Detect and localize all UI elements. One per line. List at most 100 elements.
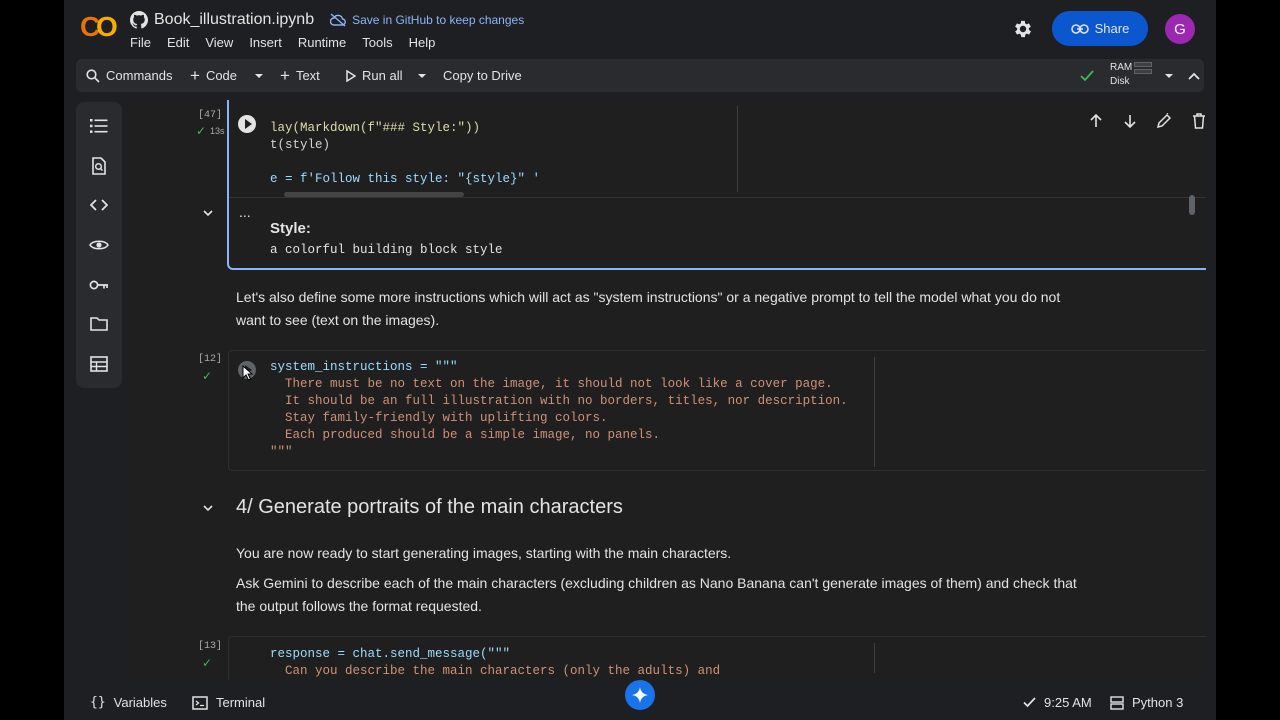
cell-47-exec-count: [47] (198, 110, 223, 121)
copy-to-drive-button[interactable]: Copy to Drive (443, 59, 522, 92)
disk-label: Disk (1110, 76, 1130, 87)
colab-window: CO Book_illustration.ipynb Save in GitHu… (64, 0, 1216, 720)
kernel-label: Python 3 (1132, 695, 1184, 710)
section-para-1: You are now ready to start generating im… (236, 545, 732, 561)
find-replace-icon[interactable] (87, 154, 111, 178)
run-all-label: Run all (362, 68, 403, 83)
text-label: Text (295, 68, 320, 83)
chevron-up-icon (1188, 72, 1200, 80)
copy-to-drive-label: Copy to Drive (443, 68, 522, 83)
settings-gear-icon[interactable] (1012, 18, 1034, 40)
run-all-button[interactable]: Run all (346, 59, 402, 92)
kernel-status[interactable]: Python 3 (1110, 695, 1183, 710)
table-of-contents-icon[interactable] (87, 114, 111, 138)
section-para-2: Ask Gemini to describe each of the main … (236, 572, 1077, 618)
move-down-icon[interactable] (1123, 114, 1137, 128)
link-icon (1070, 23, 1089, 34)
notebook-title[interactable]: Book_illustration.ipynb (154, 11, 314, 29)
menu-view[interactable]: View (205, 35, 233, 50)
ruler-line (874, 643, 875, 673)
code-label: Code (205, 68, 238, 83)
code-snippets-icon[interactable] (87, 193, 111, 217)
sparkle-icon (632, 687, 648, 703)
commands-button[interactable]: Commands (86, 59, 172, 92)
markdown-cell-system-instructions[interactable]: Let's also define some more instructions… (236, 286, 1060, 332)
variables-label: Variables (113, 695, 167, 710)
horizontal-scrollbar[interactable] (284, 192, 464, 197)
ram-bar (1134, 62, 1152, 67)
section-para-2-line-1: Ask Gemini to describe each of the main … (236, 575, 1077, 591)
cell-12-line-2: There must be no text on the image, it s… (270, 377, 833, 391)
connected-check-icon (1080, 59, 1100, 92)
menu-tools[interactable]: Tools (362, 35, 392, 50)
output-more-button[interactable]: ... (239, 204, 251, 220)
edit-pencil-icon[interactable] (1156, 113, 1172, 129)
commands-label: Commands (106, 68, 173, 83)
code-cell-13[interactable]: response = chat.send_message(""" Can you… (228, 636, 1206, 680)
add-code-button[interactable]: + Code (190, 59, 237, 92)
cell-13-line-1: response = chat.send_message(""" (270, 647, 511, 661)
cell-12-line-6: """ (270, 445, 293, 459)
colab-logo[interactable]: CO (80, 12, 120, 42)
files-folder-icon[interactable] (87, 312, 111, 336)
add-text-button[interactable]: + Text (280, 59, 320, 92)
menu-runtime[interactable]: Runtime (298, 35, 346, 50)
resource-meter[interactable] (1134, 62, 1152, 76)
status-time: 9:25 AM (1044, 695, 1092, 710)
menu-insert[interactable]: Insert (249, 35, 282, 50)
cell-12-exec-count: [12] (198, 354, 223, 365)
collapse-section-chevron-icon[interactable] (203, 505, 213, 512)
check-icon (1023, 697, 1036, 708)
account-avatar[interactable]: G (1165, 14, 1195, 44)
title-row: Book_illustration.ipynb Save in GitHub t… (130, 10, 524, 30)
github-icon (130, 11, 148, 29)
collapse-output-chevron-icon[interactable] (203, 210, 213, 217)
left-sidebar (76, 102, 122, 388)
collapse-header-button[interactable] (1188, 59, 1206, 92)
secrets-key-icon[interactable] (87, 273, 111, 297)
output-heading: Style: (270, 220, 311, 237)
caret-down-icon (255, 73, 263, 78)
gemini-button[interactable] (625, 680, 655, 710)
play-icon (346, 69, 356, 82)
share-label: Share (1094, 21, 1130, 36)
plus-icon: + (280, 65, 290, 85)
section-para-2-line-2: the output follows the format requested. (236, 598, 482, 614)
cell-toolbar (1089, 110, 1206, 132)
notebook-toolbar: Commands + Code + Text Run all Copy to D… (76, 59, 1204, 92)
resource-labels[interactable]: RAM Disk (1110, 61, 1132, 89)
vertical-scrollbar[interactable] (1189, 195, 1195, 215)
cell-13-code[interactable]: response = chat.send_message(""" Can you… (270, 646, 720, 680)
terminal-icon (192, 695, 208, 710)
run-all-dropdown-button[interactable] (417, 59, 433, 92)
menu-file[interactable]: File (130, 35, 151, 50)
terminal-button[interactable]: Terminal (192, 695, 265, 710)
cell-13-line-2: Can you describe the main characters (on… (270, 664, 721, 678)
variables-inspector-icon[interactable] (87, 233, 111, 257)
menu-edit[interactable]: Edit (167, 35, 189, 50)
share-button[interactable]: Share (1052, 11, 1148, 46)
variables-button[interactable]: {} Variables (90, 695, 167, 710)
delete-icon[interactable] (1192, 113, 1206, 129)
move-up-icon[interactable] (1089, 114, 1103, 128)
cell-13-exec-count: [13] (198, 641, 223, 652)
ram-label: RAM (1110, 62, 1133, 73)
cell-47-code[interactable]: lay(Markdown(f"### Style:")) t(style) e … (270, 120, 540, 188)
cell-47-editor[interactable]: lay(Markdown(f"### Style:")) t(style) e … (229, 100, 1206, 198)
mouse-cursor-icon (242, 365, 254, 381)
caret-down-icon (418, 73, 426, 78)
cell-12-code[interactable]: system_instructions = """ There must be … (270, 359, 848, 461)
data-table-icon[interactable] (87, 352, 111, 376)
resources-dropdown-button[interactable] (1164, 59, 1180, 92)
menu-help[interactable]: Help (409, 35, 436, 50)
save-github-link[interactable]: Save in GitHub to keep changes (330, 13, 524, 27)
code-cell-12[interactable]: system_instructions = """ There must be … (228, 350, 1206, 471)
caret-down-icon (1165, 73, 1173, 78)
run-cell-47-button[interactable] (238, 115, 256, 133)
code-cell-47[interactable]: lay(Markdown(f"### Style:")) t(style) e … (227, 100, 1206, 270)
last-run-status[interactable]: 9:25 AM (1023, 695, 1092, 710)
cell-47-line-1: lay(Markdown(f"### Style:")) (270, 121, 481, 135)
cell-12-line-1: system_instructions = """ (270, 360, 458, 374)
code-dropdown-button[interactable] (254, 59, 270, 92)
cell-47-success-icon: ✓ (196, 124, 207, 138)
